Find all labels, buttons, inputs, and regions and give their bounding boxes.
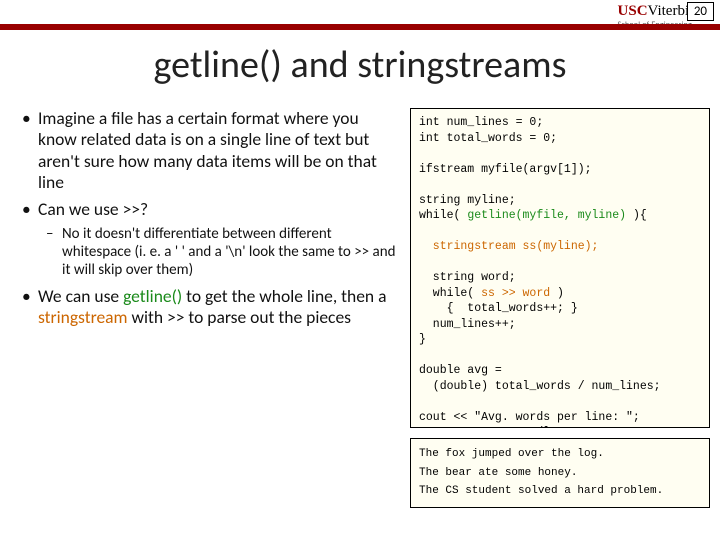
bullet-text: Can we use >>? [38,198,148,220]
code-line: int num_lines = 0; [419,116,543,129]
code-box: int num_lines = 0; int total_words = 0; … [410,108,710,428]
bullet-item: Imagine a file has a certain format wher… [22,108,400,193]
page-number: 20 [687,2,714,21]
code-getline-call: getline(myfile, myline) [467,209,626,222]
bullet-text: with >> to parse out the pieces [128,306,351,328]
code-ss-extract: ss >> word [481,287,550,300]
page-title: getline() and stringstreams [0,42,720,88]
code-line: double avg = [419,364,509,377]
sample-text-box: The fox jumped over the log. The bear at… [410,438,710,508]
code-line: string word; [419,271,516,284]
sample-line: The fox jumped over the log. [419,448,604,460]
code-line: ){ [626,209,647,222]
code-line: (double) total_words / num_lines; [419,380,661,393]
code-line: } [419,333,426,346]
code-line: { total_words++; } [419,302,578,315]
sample-line: The CS student solved a hard problem. [419,485,663,497]
bullet-item: We can use getline() to get the whole li… [22,286,400,329]
bullet-text: We can use [38,285,123,307]
code-column: int num_lines = 0; int total_words = 0; … [410,108,710,508]
logo-usc: USC [618,3,648,19]
content-area: Imagine a file has a certain format wher… [22,108,710,508]
code-line: while( [419,287,481,300]
bullet-item: Can we use >>? No it doesn't differentia… [22,199,400,279]
keyword-getline: getline() [123,285,182,307]
sub-bullet-item: No it doesn't differentiate between diff… [46,225,400,280]
code-line: int total_words = 0; [419,132,557,145]
sample-line: The bear ate some honey. [419,467,577,479]
code-line: cout << "Avg. words per line: "; [419,411,640,424]
header-bar [0,24,720,30]
code-line: ifstream myfile(argv[1]); [419,163,592,176]
code-line: ) [550,287,564,300]
code-line: num_lines++; [419,318,516,331]
code-line: while( [419,209,467,222]
bullet-column: Imagine a file has a certain format wher… [22,108,400,508]
bullet-text: to get the whole line, then a [182,285,386,307]
logo-viterbi: Viterbi [648,3,690,19]
code-line: cout << avg << endl; [419,426,557,428]
code-line: string myline; [419,194,516,207]
keyword-stringstream: stringstream [38,306,128,328]
code-stringstream-decl: stringstream ss(myline); [419,240,598,253]
